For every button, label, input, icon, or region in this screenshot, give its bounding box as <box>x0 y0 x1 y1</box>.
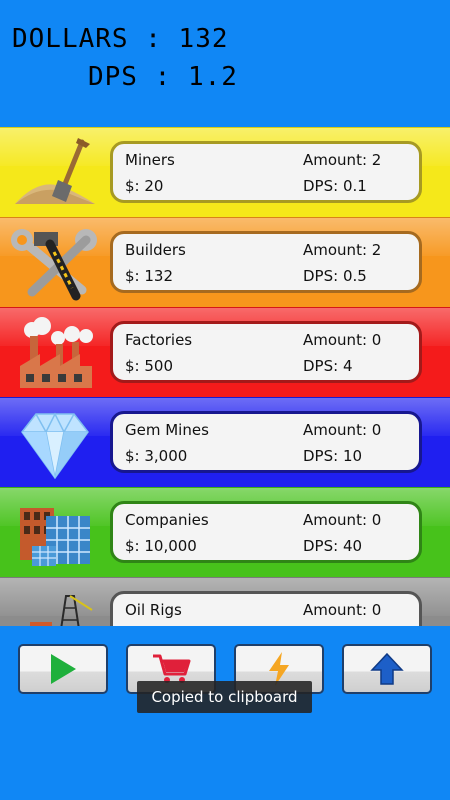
upgrade-name: Oil Rigs <box>125 601 182 619</box>
upgrade-card[interactable]: Builders $: 132 Amount: 2 DPS: 0.5 <box>110 231 422 293</box>
shovel-sand-icon <box>10 136 100 212</box>
clipboard-toast: Copied to clipboard <box>137 681 312 713</box>
upgrade-amount: Amount: 0 <box>303 421 382 439</box>
diamond-icon <box>10 406 100 482</box>
upgrade-cost: $: 3,000 <box>125 447 188 465</box>
dps-label: DPS : <box>88 62 172 92</box>
upgrade-row-oil-rigs[interactable]: Oil Rigs Amount: 0 <box>0 577 450 626</box>
upgrade-dps: DPS: 0.1 <box>303 177 367 195</box>
upgrade-row-miners[interactable]: Miners $: 20 Amount: 2 DPS: 0.1 <box>0 127 450 217</box>
upgrade-card[interactable]: Oil Rigs Amount: 0 <box>110 591 422 626</box>
upgrade-row-companies[interactable]: Companies $: 10,000 Amount: 0 DPS: 40 <box>0 487 450 577</box>
dollars-label: DOLLARS : <box>12 24 162 54</box>
upgrade-name: Factories <box>125 331 193 349</box>
buildings-icon <box>10 496 100 572</box>
play-icon <box>20 646 106 692</box>
upgrade-name: Gem Mines <box>125 421 209 439</box>
upgrade-amount: Amount: 2 <box>303 241 382 259</box>
upgrade-row-factories[interactable]: Factories $: 500 Amount: 0 DPS: 4 <box>0 307 450 397</box>
factory-icon <box>10 316 100 392</box>
hammer-wrench-icon <box>10 226 100 302</box>
upgrade-card[interactable]: Companies $: 10,000 Amount: 0 DPS: 40 <box>110 501 422 563</box>
upgrade-name: Builders <box>125 241 186 259</box>
bottom-toolbar <box>0 626 450 800</box>
upgrade-cost: $: 20 <box>125 177 164 195</box>
upgrade-dps: DPS: 10 <box>303 447 363 465</box>
up-arrow-icon <box>344 646 430 692</box>
upgrade-dps: DPS: 0.5 <box>303 267 367 285</box>
play-button[interactable] <box>18 644 108 694</box>
upgrade-name: Companies <box>125 511 209 529</box>
upgrade-card[interactable]: Factories $: 500 Amount: 0 DPS: 4 <box>110 321 422 383</box>
upgrade-row-gem-mines[interactable]: Gem Mines $: 3,000 Amount: 0 DPS: 10 <box>0 397 450 487</box>
upgrade-list[interactable]: Miners $: 20 Amount: 2 DPS: 0.1 Builders… <box>0 127 450 626</box>
dps-display: DPS : 1.2 <box>88 62 238 92</box>
upgrade-name: Miners <box>125 151 175 169</box>
upgrade-amount: Amount: 0 <box>303 601 382 619</box>
upgrade-cost: $: 10,000 <box>125 537 197 555</box>
upgrade-card[interactable]: Miners $: 20 Amount: 2 DPS: 0.1 <box>110 141 422 203</box>
upgrade-button[interactable] <box>342 644 432 694</box>
upgrade-dps: DPS: 4 <box>303 357 353 375</box>
upgrade-dps: DPS: 40 <box>303 537 363 555</box>
upgrade-amount: Amount: 2 <box>303 151 382 169</box>
upgrade-row-builders[interactable]: Builders $: 132 Amount: 2 DPS: 0.5 <box>0 217 450 307</box>
upgrade-cost: $: 500 <box>125 357 173 375</box>
upgrade-amount: Amount: 0 <box>303 331 382 349</box>
oil-rig-icon <box>10 586 100 626</box>
dps-value: 1.2 <box>187 62 238 92</box>
stats-header: DOLLARS : 132 DPS : 1.2 <box>0 0 450 128</box>
dollars-value: 132 <box>178 24 229 54</box>
upgrade-cost: $: 132 <box>125 267 173 285</box>
upgrade-amount: Amount: 0 <box>303 511 382 529</box>
dollars-display: DOLLARS : 132 <box>12 24 229 54</box>
upgrade-card[interactable]: Gem Mines $: 3,000 Amount: 0 DPS: 10 <box>110 411 422 473</box>
